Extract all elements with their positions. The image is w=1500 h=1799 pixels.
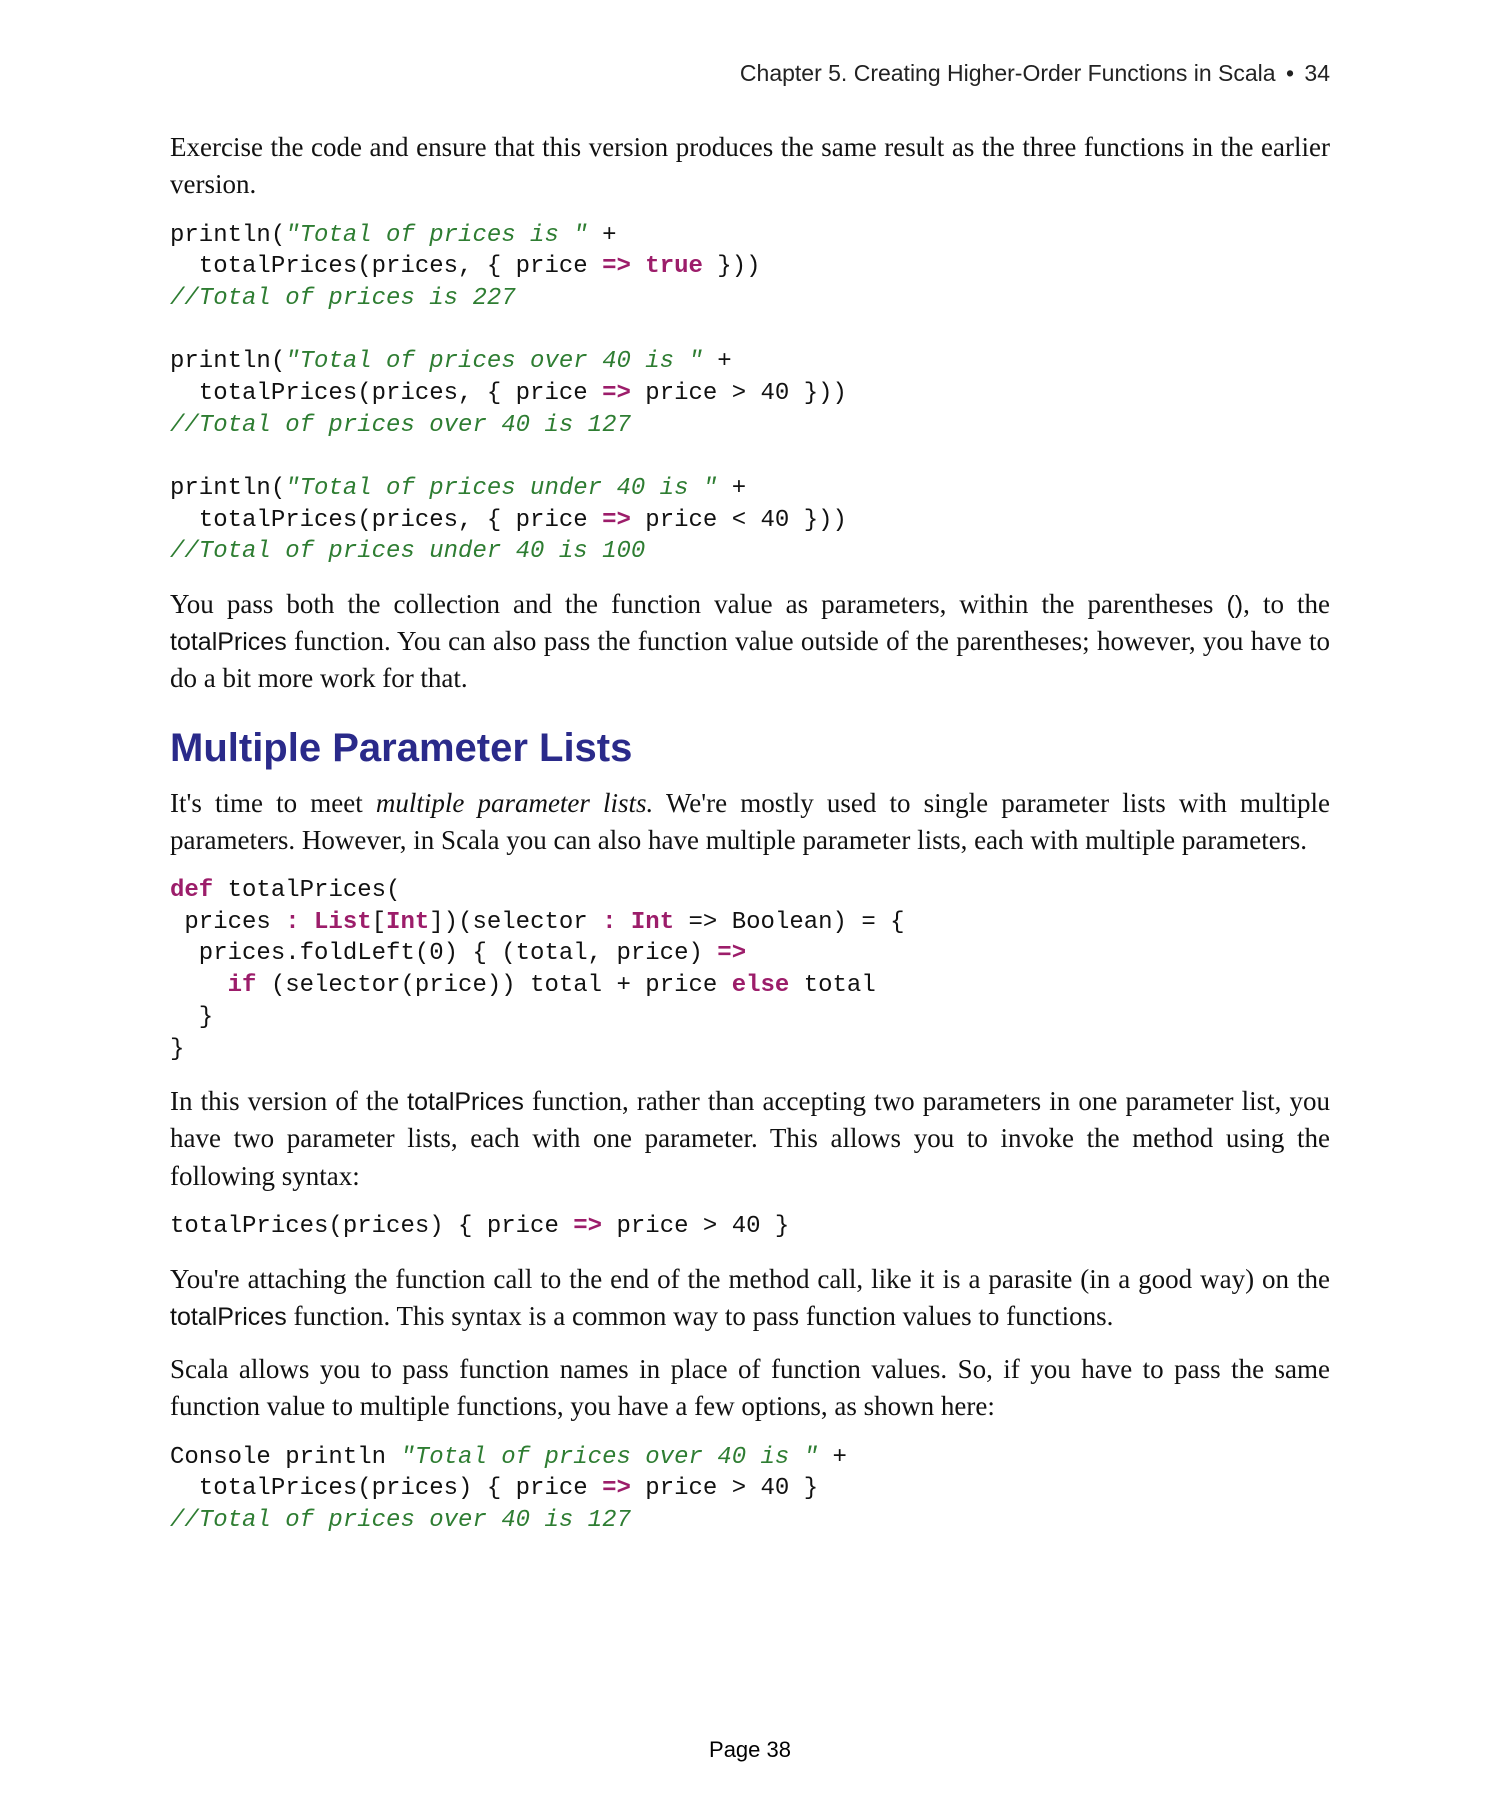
paragraph-2: You pass both the collection and the fun… — [170, 586, 1330, 698]
paragraph-6: Scala allows you to pass function names … — [170, 1351, 1330, 1426]
inline-code-totalprices-2: totalPrices — [407, 1088, 524, 1116]
paragraph-1: Exercise the code and ensure that this v… — [170, 129, 1330, 204]
code-block-4: Console println "Total of prices over 40… — [170, 1442, 1330, 1537]
bullet-separator: • — [1286, 60, 1294, 86]
inline-code-parens: () — [1226, 591, 1243, 619]
paragraph-4: In this version of the totalPrices funct… — [170, 1083, 1330, 1195]
page-footer: Page 38 — [0, 1737, 1500, 1763]
code-block-2: def totalPrices( prices : List[Int])(sel… — [170, 875, 1330, 1065]
inline-code-totalprices-3: totalPrices — [170, 1303, 287, 1331]
inline-code-totalprices: totalPrices — [170, 628, 287, 656]
paragraph-3: It's time to meet multiple parameter lis… — [170, 785, 1330, 860]
section-heading: Multiple Parameter Lists — [170, 726, 1330, 771]
code-block-3: totalPrices(prices) { price => price > 4… — [170, 1211, 1330, 1243]
header-page-number: 34 — [1304, 60, 1330, 86]
page: Chapter 5. Creating Higher-Order Functio… — [0, 0, 1500, 1799]
code-block-1: println("Total of prices is " + totalPri… — [170, 220, 1330, 568]
term-multiple-parameter-lists: multiple parameter lists. — [376, 788, 653, 818]
paragraph-5: You're attaching the function call to th… — [170, 1261, 1330, 1336]
page-header: Chapter 5. Creating Higher-Order Functio… — [170, 60, 1330, 87]
chapter-title: Chapter 5. Creating Higher-Order Functio… — [740, 60, 1276, 86]
